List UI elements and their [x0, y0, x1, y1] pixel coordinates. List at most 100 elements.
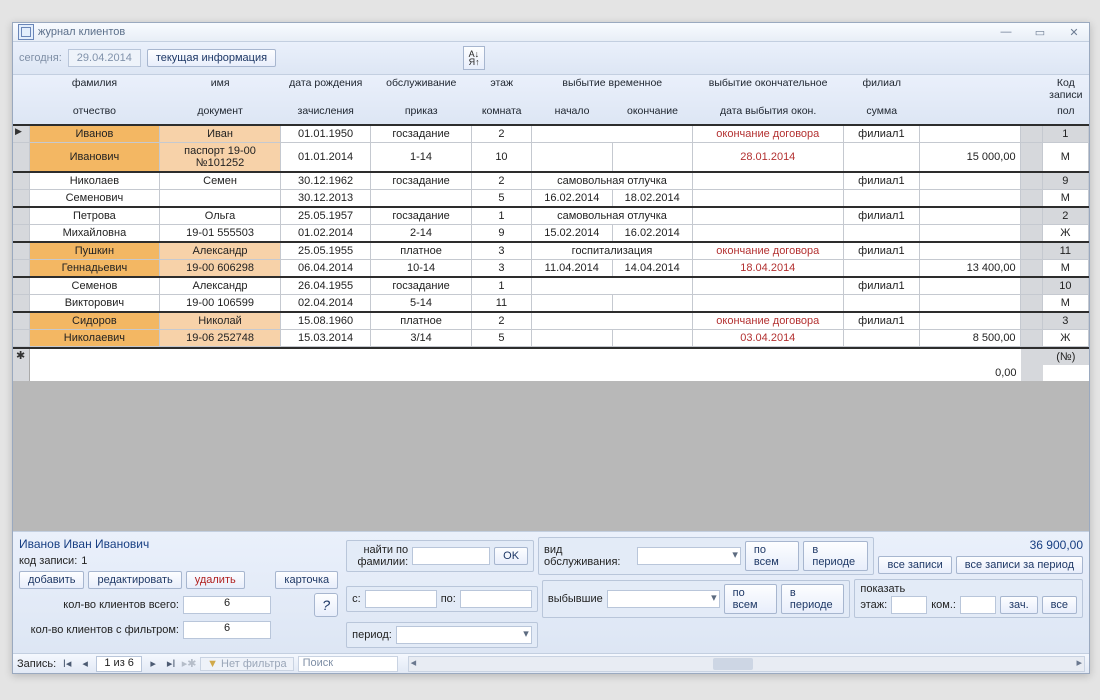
col-finaldate[interactable]: дата выбытия окон.	[693, 103, 844, 124]
departed-select[interactable]	[607, 590, 720, 608]
col-final[interactable]: выбытие окончательное	[693, 75, 844, 103]
all-button[interactable]: все	[1042, 596, 1077, 614]
minimize-button[interactable]: —	[996, 26, 1016, 38]
show-box: показать этаж: ком.: зач. все	[854, 579, 1083, 618]
nav-first-button[interactable]: I◂	[60, 657, 74, 671]
col-document[interactable]: документ	[160, 103, 281, 124]
nav-last-button[interactable]: ▸I	[164, 657, 178, 671]
departed-label: выбывшие	[548, 593, 603, 605]
show-label: показать	[860, 583, 1077, 595]
table-row[interactable]: ПетроваОльга25.05.1957госзадание1самовол…	[13, 207, 1089, 225]
col-branch[interactable]: филиал	[844, 75, 920, 103]
col-patronym[interactable]: отчество	[29, 103, 160, 124]
room-input[interactable]	[960, 596, 996, 614]
card-button[interactable]: карточка	[275, 571, 338, 589]
app-window: журнал клиентов — ▭ ✕ сегодня: 29.04.201…	[12, 22, 1090, 674]
filter-chip[interactable]: ▼ Нет фильтра	[200, 657, 293, 671]
period-box: период:	[346, 622, 538, 648]
table-row[interactable]: ПушкинАлександр25.05.1955платное3госпита…	[13, 242, 1089, 260]
data-grid[interactable]: ИвановИван01.01.1950госзадание2окончание…	[13, 124, 1089, 347]
col-floor[interactable]: этаж	[472, 75, 532, 103]
table-row[interactable]: ИвановИван01.01.1950госзадание2окончание…	[13, 125, 1089, 143]
from-input[interactable]	[365, 590, 437, 608]
top-toolbar: сегодня: 29.04.2014 текущая информация А…	[13, 42, 1089, 75]
find-box: найти по фамилии: OK	[346, 540, 534, 572]
close-button[interactable]: ✕	[1064, 26, 1084, 38]
floor-label: этаж:	[860, 599, 887, 611]
titlebar: журнал клиентов — ▭ ✕	[13, 23, 1089, 42]
col-sex[interactable]: пол	[1043, 103, 1089, 124]
table-row[interactable]: Николаевич19-06 25274815.03.20143/14503.…	[13, 330, 1089, 347]
col-name[interactable]: имя	[160, 75, 281, 103]
departed-period-button[interactable]: в периоде	[781, 584, 845, 614]
service-label: вид обслуживания:	[544, 544, 633, 568]
col-amount[interactable]: сумма	[844, 103, 920, 124]
delete-button[interactable]: удалить	[186, 571, 245, 589]
nav-search[interactable]: Поиск	[298, 656, 398, 672]
table-row[interactable]: Семенович30.12.2013516.02.201418.02.2014…	[13, 190, 1089, 208]
current-info-button[interactable]: текущая информация	[147, 49, 276, 67]
edit-button[interactable]: редактировать	[88, 571, 181, 589]
find-input[interactable]	[412, 547, 490, 565]
table-row[interactable]: НиколаевСемен30.12.1962госзадание2самово…	[13, 172, 1089, 190]
table-row[interactable]: Ивановичпаспорт 19-00 №10125201.01.20141…	[13, 143, 1089, 173]
col-surname[interactable]: фамилия	[29, 75, 160, 103]
col-order[interactable]: приказ	[371, 103, 472, 124]
clients-filter-value: 6	[183, 621, 271, 639]
table-row[interactable]: СидоровНиколай15.08.1960платное2окончани…	[13, 312, 1089, 330]
maximize-button[interactable]: ▭	[1030, 26, 1050, 38]
newrow-amount: 0,00	[920, 365, 1021, 381]
code-label: код записи:	[19, 555, 77, 567]
help-button[interactable]: ?	[314, 593, 338, 617]
footer-pane: Иванов Иван Иванович код записи: 1 добав…	[13, 531, 1089, 653]
all-records-button[interactable]: все записи	[878, 556, 951, 574]
find-label: найти по фамилии:	[352, 544, 408, 568]
to-input[interactable]	[460, 590, 532, 608]
from-label: с:	[352, 593, 361, 605]
ok-button[interactable]: OK	[494, 547, 528, 565]
nav-prev-button[interactable]: ◂	[78, 657, 92, 671]
by-all-button[interactable]: по всем	[745, 541, 800, 571]
new-record-row[interactable]: (№) 0,00	[13, 347, 1089, 381]
total-amount: 36 900,00	[1030, 538, 1083, 552]
nav-position[interactable]: 1 из 6	[96, 656, 142, 672]
record-navigator: Запись: I◂ ◂ 1 из 6 ▸ ▸I ▸✱ ▼ Нет фильтр…	[13, 653, 1089, 673]
today-label: сегодня:	[19, 52, 62, 64]
room-label: ком.:	[931, 599, 956, 611]
app-icon	[18, 24, 34, 40]
newrow-marker: (№)	[1043, 349, 1089, 365]
service-select[interactable]	[637, 547, 741, 565]
all-records-period-button[interactable]: все записи за период	[956, 556, 1083, 574]
col-dob[interactable]: дата рождения	[280, 75, 371, 103]
nav-new-button[interactable]: ▸✱	[182, 657, 196, 671]
col-temp-absence[interactable]: выбытие временное	[532, 75, 693, 103]
add-button[interactable]: добавить	[19, 571, 84, 589]
window-controls: — ▭ ✕	[996, 26, 1084, 38]
enroll-button[interactable]: зач.	[1000, 596, 1038, 614]
table-row[interactable]: Михайловна19-01 55550301.02.20142-14915.…	[13, 225, 1089, 243]
departed-all-button[interactable]: по всем	[724, 584, 777, 614]
floor-input[interactable]	[891, 596, 927, 614]
nav-next-button[interactable]: ▸	[146, 657, 160, 671]
col-service[interactable]: обслуживание	[371, 75, 472, 103]
selected-client-name: Иванов Иван Иванович	[19, 537, 338, 551]
table-row[interactable]: Викторович19-00 10659902.04.20145-1411М	[13, 295, 1089, 313]
col-room[interactable]: комната	[472, 103, 532, 124]
date-range-box: с: по:	[346, 586, 538, 612]
in-period-button[interactable]: в периоде	[803, 541, 868, 571]
sort-icon: А↓Я↑	[469, 50, 480, 66]
table-row[interactable]: Геннадьевич19-00 60629806.04.201410-1431…	[13, 260, 1089, 278]
clients-filter-label: кол-во клиентов с фильтром:	[19, 624, 179, 636]
col-start[interactable]: начало	[532, 103, 612, 124]
col-end[interactable]: окончание	[612, 103, 692, 124]
clients-total-value: 6	[183, 596, 271, 614]
grid-empty-area	[13, 381, 1089, 531]
col-enroll[interactable]: зачисления	[280, 103, 371, 124]
table-row[interactable]: СеменовАлександр26.04.1955госзадание1фил…	[13, 277, 1089, 295]
col-recid[interactable]: Код записи	[1043, 75, 1089, 103]
nav-label: Запись:	[17, 658, 56, 670]
sort-button[interactable]: А↓Я↑	[463, 46, 485, 70]
period-select[interactable]	[396, 626, 532, 644]
to-label: по:	[441, 593, 456, 605]
horizontal-scrollbar[interactable]	[408, 656, 1085, 672]
